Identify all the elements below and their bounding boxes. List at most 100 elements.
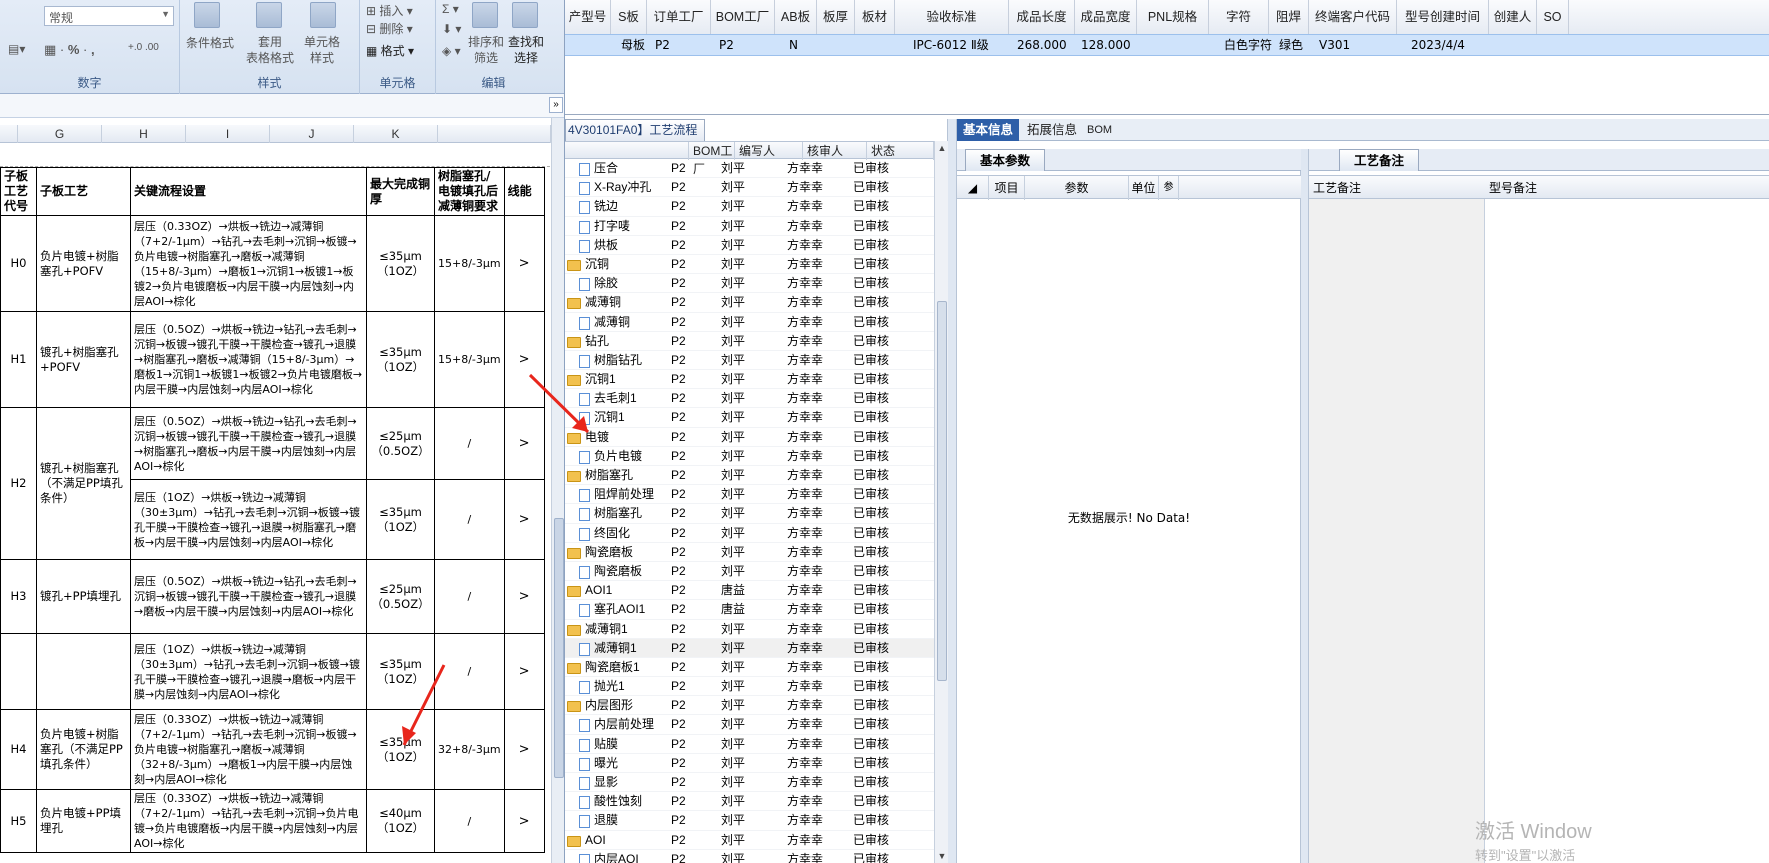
col-pnl[interactable]: PNL规格 xyxy=(1137,0,1209,34)
col-bom-factory[interactable]: BOM工厂 xyxy=(711,0,775,34)
col-solder[interactable]: 阻焊 xyxy=(1269,0,1309,34)
tree-row[interactable]: 酸性蚀刻 P2 刘平 方幸幸 已审核 xyxy=(565,792,934,812)
excel-vertical-scrollbar[interactable] xyxy=(551,118,564,863)
table-format-button[interactable]: 套用 表格格式 xyxy=(246,34,294,66)
column-header-g[interactable]: G xyxy=(18,125,102,143)
table-format-icon[interactable] xyxy=(256,2,282,28)
cell-style-icon[interactable] xyxy=(310,2,336,28)
tab-process-remark[interactable]: 工艺备注 xyxy=(1339,149,1420,171)
tree-row[interactable]: 塞孔AOI1 P2 唐益 方幸幸 已审核 xyxy=(565,600,934,620)
tab-extended-info[interactable]: 拓展信息 xyxy=(1021,119,1083,141)
tree-row[interactable]: 打字唛 P2 刘平 方幸幸 已审核 xyxy=(565,217,934,236)
tree-row[interactable]: 去毛刺1 P2 刘平 方幸幸 已审核 xyxy=(565,389,934,409)
model-remark-field[interactable] xyxy=(1485,199,1769,863)
tree-row[interactable]: X-Ray冲孔 P2 刘平 方幸幸 已审核 xyxy=(565,178,934,198)
header-extra[interactable]: 参 xyxy=(1159,176,1179,200)
tree-row[interactable]: 内层图形 P2 刘平 方幸幸 已审核 xyxy=(565,696,934,716)
info-splitter[interactable] xyxy=(1301,149,1309,863)
excel-scroll-thumb[interactable] xyxy=(554,518,564,778)
conditional-format-icon[interactable] xyxy=(194,2,220,28)
conditional-format-button[interactable]: 条件格式 xyxy=(186,34,234,51)
column-header-i[interactable]: I xyxy=(186,125,270,143)
expand-ribbon-button[interactable]: » xyxy=(549,97,563,113)
col-char[interactable]: 字符 xyxy=(1209,0,1269,34)
column-header-j[interactable]: J xyxy=(270,125,354,143)
tree-row[interactable]: 烘板 P2 刘平 方幸幸 已审核 xyxy=(565,236,934,255)
tree-row[interactable]: 树脂塞孔 P2 刘平 方幸幸 已审核 xyxy=(565,504,934,524)
col-material[interactable]: 板材 xyxy=(855,0,895,34)
header-param[interactable]: 参数 xyxy=(1025,176,1129,200)
scroll-up-icon[interactable]: ▲ xyxy=(936,143,948,153)
tree-row[interactable]: 陶瓷磨板 P2 刘平 方幸幸 已审核 xyxy=(565,543,934,562)
tree-row[interactable]: 减薄铜1 P2 刘平 方幸幸 已审核 xyxy=(565,638,934,658)
tree-row[interactable]: 沉铜 P2 刘平 方幸幸 已审核 xyxy=(565,255,934,275)
tree-row[interactable]: 终固化 P2 刘平 方幸幸 已审核 xyxy=(565,524,934,543)
col-standard[interactable]: 验收标准 xyxy=(895,0,1009,34)
col-order-factory[interactable]: 订单工厂 xyxy=(647,0,711,34)
tree-header-bom[interactable]: BOM工厂 xyxy=(689,142,735,176)
process-remark-field[interactable] xyxy=(1309,199,1485,863)
tree-row[interactable]: 沉铜1 P2 刘平 方幸幸 已审核 xyxy=(565,408,934,428)
tab-basic-info[interactable]: 基本信息 xyxy=(957,119,1020,141)
sum-icon[interactable]: Σ ▾ xyxy=(442,2,459,16)
col-length[interactable]: 成品长度 xyxy=(1009,0,1075,34)
number-format-combo[interactable]: 常规 ▼ xyxy=(44,6,174,26)
tab-basic-params[interactable]: 基本参数 xyxy=(965,149,1046,171)
tree-row[interactable]: 退膜 P2 刘平 方幸幸 已审核 xyxy=(565,811,934,831)
column-header-k[interactable]: K xyxy=(354,125,438,143)
header-item[interactable]: 项目 xyxy=(989,176,1025,200)
fill-icon[interactable]: ⬇ ▾ xyxy=(442,22,461,36)
col-width[interactable]: 成品宽度 xyxy=(1075,0,1137,34)
insert-button[interactable]: ⊞ 插入 ▾ xyxy=(366,2,413,19)
clear-icon[interactable]: ◈ ▾ xyxy=(442,44,461,58)
tree-splitter[interactable] xyxy=(948,119,957,863)
tree-scroll-thumb[interactable] xyxy=(937,301,947,681)
col-thickness[interactable]: 板厚 xyxy=(817,0,855,34)
tree-row[interactable]: 阻焊前处理 P2 刘平 方幸幸 已审核 xyxy=(565,485,934,505)
col-ab-board[interactable]: AB板 xyxy=(775,0,817,34)
tree-row[interactable]: 负片电镀 P2 刘平 方幸幸 已审核 xyxy=(565,447,934,466)
tree-header-status[interactable]: 状态 xyxy=(867,142,934,160)
tree-header-auditor[interactable]: 核审人 xyxy=(803,142,867,160)
find-select-button[interactable]: 查找和 选择 xyxy=(508,34,544,66)
tree-row[interactable]: AOI1 P2 唐益 方幸幸 已审核 xyxy=(565,581,934,601)
col-created-time[interactable]: 型号创建时间 xyxy=(1397,0,1489,34)
col-so[interactable]: SO xyxy=(1537,0,1569,34)
tab-process-flow[interactable]: 4V30101FA0】工艺流程 xyxy=(565,119,705,141)
column-header-h[interactable]: H xyxy=(102,125,186,143)
tree-row[interactable]: 抛光1 P2 刘平 方幸幸 已审核 xyxy=(565,677,934,697)
tab-bom[interactable]: BOM xyxy=(1081,119,1118,141)
delete-button[interactable]: ⊟ 删除 ▾ xyxy=(366,20,413,37)
binoculars-icon[interactable] xyxy=(512,2,538,28)
tree-header-writer[interactable]: 编写人 xyxy=(735,142,803,160)
tree-row[interactable]: 沉铜1 P2 刘平 方幸幸 已审核 xyxy=(565,370,934,390)
sort-filter-button[interactable]: 排序和 筛选 xyxy=(468,34,504,66)
header-unit[interactable]: 单位 xyxy=(1129,176,1159,200)
tree-row[interactable]: 内层前处理 P2 刘平 方幸幸 已审核 xyxy=(565,715,934,735)
tree-row[interactable]: AOI P2 刘平 方幸幸 已审核 xyxy=(565,831,934,850)
tree-row[interactable]: 树脂塞孔 P2 刘平 方幸幸 已审核 xyxy=(565,466,934,486)
tree-row[interactable]: 减薄铜1 P2 刘平 方幸幸 已审核 xyxy=(565,620,934,639)
decimal-buttons[interactable]: +.0 .00 xyxy=(128,42,159,53)
sort-filter-icon[interactable] xyxy=(472,2,498,28)
tree-row[interactable]: 曝光 P2 刘平 方幸幸 已审核 xyxy=(565,754,934,773)
cell-style-button[interactable]: 单元格 样式 xyxy=(304,34,340,66)
tree-row[interactable]: 树脂钻孔 P2 刘平 方幸幸 已审核 xyxy=(565,351,934,371)
col-model[interactable]: 产型号 xyxy=(565,0,611,34)
col-s-board[interactable]: S板 xyxy=(611,0,647,34)
col-customer[interactable]: 终端客户代码 xyxy=(1309,0,1397,34)
model-grid-row[interactable]: 母板 P2 P2 N IPC-6012 Ⅱ级 268.000 128.000 白… xyxy=(565,34,1769,56)
tree-row[interactable]: 陶瓷磨板 P2 刘平 方幸幸 已审核 xyxy=(565,562,934,582)
col-creator[interactable]: 创建人 xyxy=(1489,0,1537,34)
currency-icon[interactable]: ▤▾ xyxy=(8,42,25,56)
format-button[interactable]: ▦ 格式 ▾ xyxy=(366,42,414,59)
tree-row[interactable]: 贴膜 P2 刘平 方幸幸 已审核 xyxy=(565,735,934,754)
tree-row[interactable]: 减薄铜 P2 刘平 方幸幸 已审核 xyxy=(565,313,934,332)
tree-row[interactable]: 压合 P2 刘平 方幸幸 已审核 xyxy=(565,159,934,179)
scroll-down-icon[interactable]: ▼ xyxy=(936,851,948,861)
tree-scrollbar[interactable]: ▲ ▼ xyxy=(934,141,948,863)
tree-row[interactable]: 铣边 P2 刘平 方幸幸 已审核 xyxy=(565,197,934,217)
tree-row[interactable]: 电镀 P2 刘平 方幸幸 已审核 xyxy=(565,428,934,447)
percent-buttons[interactable]: ▦ · % · , xyxy=(44,42,95,58)
tree-row[interactable]: 钻孔 P2 刘平 方幸幸 已审核 xyxy=(565,332,934,351)
